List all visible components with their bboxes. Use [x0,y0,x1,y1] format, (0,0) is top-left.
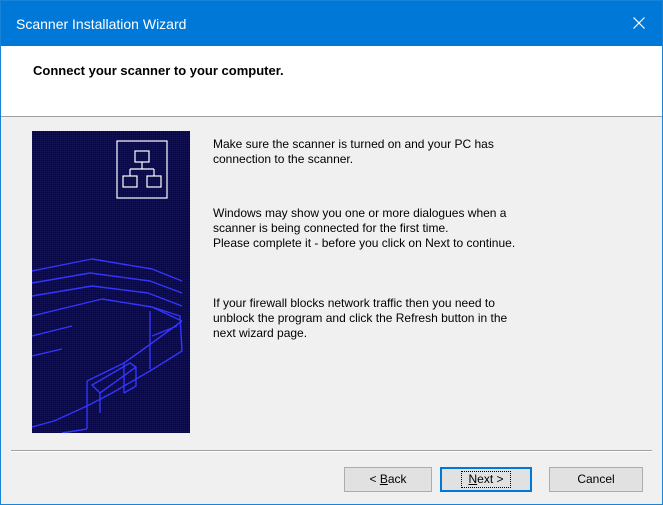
title-bar[interactable]: Scanner Installation Wizard [1,1,662,46]
instruction-line: Make sure the scanner is turned on and y… [213,137,494,151]
next-button[interactable]: Next > [440,467,532,492]
instruction-line: unblock the program and click the Refres… [213,311,508,325]
wizard-window: Scanner Installation Wizard Connect your… [0,0,663,505]
scanner-illustration [32,131,190,433]
instruction-line: connection to the scanner. [213,152,354,166]
instruction-line: Windows may show you one or more dialogu… [213,206,507,220]
close-button[interactable] [616,1,662,46]
instruction-line: If your firewall blocks network traffic … [213,296,495,310]
instruction-paragraph-2: Windows may show you one or more dialogu… [213,206,643,251]
instruction-line: next wizard page. [213,326,308,340]
window-title: Scanner Installation Wizard [16,16,187,32]
instruction-line: scanner is being connected for the first… [213,221,449,235]
close-icon [633,17,645,29]
instruction-paragraph-1: Make sure the scanner is turned on and y… [213,137,643,167]
back-button[interactable]: < Back [344,467,432,492]
cancel-button-label: Cancel [577,472,615,486]
page-heading: Connect your scanner to your computer. [33,63,284,78]
header-panel: Connect your scanner to your computer. [1,46,662,117]
instruction-paragraph-3: If your firewall blocks network traffic … [213,296,643,341]
footer-divider [11,450,652,452]
next-button-label: Next > [461,471,511,488]
cancel-button[interactable]: Cancel [549,467,643,492]
instruction-line: Please complete it - before you click on… [213,236,516,250]
back-button-label: < Back [369,472,407,486]
